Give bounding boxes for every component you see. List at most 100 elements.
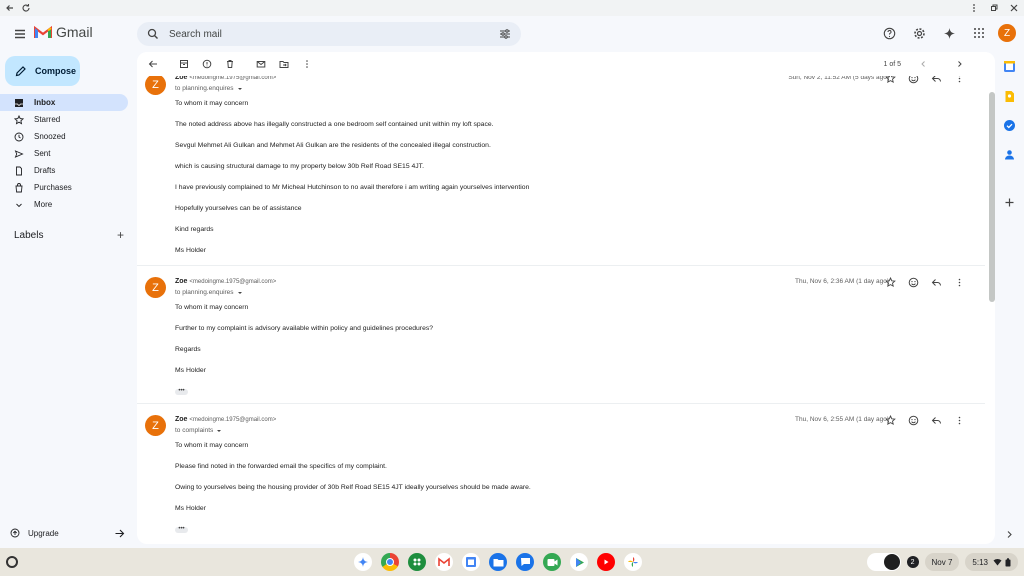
sender-name[interactable]: Zoe [175,416,187,423]
youtube-app-icon[interactable] [597,553,615,571]
settings-gear-icon[interactable] [908,22,930,44]
notification-count-badge[interactable]: 2 [906,556,919,568]
gemini-sparkle-icon[interactable] [938,22,960,44]
sidebar-item-snoozed[interactable]: Snoozed [0,128,128,145]
os-shelf: 2 Nov 7 5:13 [0,548,1024,576]
meet-app-icon[interactable] [543,553,561,571]
gemini-app-icon[interactable] [354,553,372,571]
recipient-line[interactable]: to planning.enquires [175,85,243,92]
star-icon[interactable] [885,415,896,426]
sender-avatar[interactable]: Z [145,415,166,436]
upgrade-button[interactable]: Upgrade [10,524,125,542]
show-trimmed-content-button[interactable]: ••• [175,526,188,533]
emoji-react-icon[interactable] [908,277,919,288]
dark-mode-toggle[interactable] [866,553,901,571]
email-message[interactable]: Z Zoe <medoingme.1975@gmail.com> to comp… [137,404,985,544]
labels-title: Labels [14,229,44,241]
message-body: To whom it may concern Please find noted… [175,441,531,533]
message-actions [885,415,965,426]
search-icon[interactable] [147,28,159,40]
more-vert-icon[interactable] [954,415,965,426]
recipient-line[interactable]: to complaints [175,427,222,434]
sender-avatar[interactable]: Z [145,74,166,95]
back-icon[interactable] [4,2,16,14]
calendar-app-icon[interactable] [462,553,480,571]
more-vert-icon[interactable] [968,2,980,14]
body-line: Further to my complaint is advisory avai… [175,325,434,332]
back-arrow-icon[interactable] [145,56,161,72]
sender-address: <medoingme.1975@gmail.com> [189,279,277,285]
chevron-right-icon[interactable] [952,56,968,72]
sidebar-item-label: Drafts [34,166,56,175]
message-toolbar: 1 of 5 [137,52,995,76]
delete-icon[interactable] [222,56,238,72]
sender-avatar[interactable]: Z [145,277,166,298]
body-line: which is causing structural damage to my… [175,163,424,170]
emoji-react-icon[interactable] [908,415,919,426]
search-input[interactable] [169,28,499,40]
sidebar-item-starred[interactable]: Starred [0,111,128,128]
body-line: Ms Holder [175,367,206,374]
file-icon [14,166,24,176]
show-trimmed-content-button[interactable]: ••• [175,388,188,395]
recipient-text: to planning.enquires [175,289,234,296]
close-window-icon[interactable] [1008,2,1020,14]
date-pill[interactable]: Nov 7 [924,553,960,571]
sidebar-item-sent[interactable]: Sent [0,145,128,162]
archive-icon[interactable] [176,56,192,72]
more-actions-icon[interactable] [299,56,315,72]
reload-icon[interactable] [20,2,32,14]
apps-grid-icon[interactable] [968,22,990,44]
email-message[interactable]: Z Zoe <medoingme.1975@gmail.com> to plan… [137,66,985,266]
compose-label: Compose [35,66,77,76]
report-spam-icon[interactable] [199,56,215,72]
restore-window-icon[interactable] [988,2,1000,14]
gmail-logo[interactable]: Gmail [34,24,93,40]
pencil-icon [15,65,26,77]
add-addon-icon[interactable] [1003,196,1016,209]
tasks-icon[interactable] [1003,119,1016,132]
move-to-icon[interactable] [276,56,292,72]
keep-icon[interactable] [1003,90,1016,103]
sidebar-item-more[interactable]: More [0,196,128,213]
chevron-left-icon[interactable] [915,56,931,72]
launcher-icon[interactable] [6,556,18,568]
search-options-icon[interactable] [499,28,511,40]
sidebar-item-inbox[interactable]: Inbox [0,94,128,111]
calendar-icon[interactable] [1003,60,1016,73]
side-panel [995,52,1024,544]
main-menu-icon[interactable] [10,24,30,44]
help-icon[interactable] [878,22,900,44]
search-bar[interactable] [137,22,521,46]
chrome-app-icon[interactable] [381,553,399,571]
time-pill[interactable]: 5:13 [965,553,1018,571]
app-launcher-dots-icon[interactable] [408,553,426,571]
message-actions [885,277,965,288]
photos-app-icon[interactable] [624,553,642,571]
star-icon[interactable] [885,277,896,288]
chevron-down-icon [14,200,24,210]
side-panel-toggle-icon[interactable] [1003,528,1016,541]
gmail-app-icon[interactable] [435,553,453,571]
play-store-app-icon[interactable] [570,553,588,571]
sidebar-item-purchases[interactable]: Purchases [0,179,128,196]
shelf-apps [354,553,642,571]
recipient-line[interactable]: to planning.enquires [175,289,243,296]
email-message[interactable]: Z Zoe <medoingme.1975@gmail.com> to plan… [137,266,985,404]
sidebar-item-label: Inbox [34,98,56,107]
contacts-icon[interactable] [1003,148,1016,161]
add-label-button[interactable]: + [117,228,124,242]
account-avatar[interactable]: Z [998,24,1016,42]
sender-name[interactable]: Zoe [175,278,187,285]
reply-icon[interactable] [931,277,942,288]
sidebar-item-drafts[interactable]: Drafts [0,162,128,179]
mark-unread-icon[interactable] [253,56,269,72]
message-body: To whom it may concern Further to my com… [175,303,433,395]
files-app-icon[interactable] [489,553,507,571]
messages-app-icon[interactable] [516,553,534,571]
more-vert-icon[interactable] [954,277,965,288]
compose-button[interactable]: Compose [5,56,80,86]
app-name: Gmail [56,24,93,40]
caret-down-icon [216,428,222,434]
reply-icon[interactable] [931,415,942,426]
